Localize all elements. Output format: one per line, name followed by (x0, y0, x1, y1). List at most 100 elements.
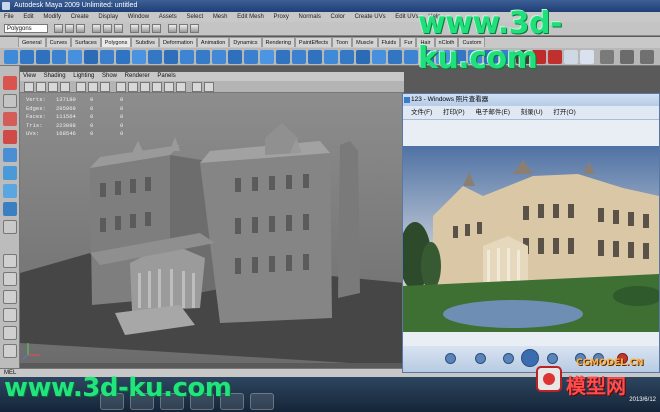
smooth-shade-icon[interactable] (128, 82, 138, 92)
soft-modification-icon[interactable] (3, 202, 17, 216)
boolean-difference-icon[interactable] (212, 50, 226, 64)
wireframe-icon[interactable] (116, 82, 126, 92)
menu-color[interactable]: Color (327, 12, 349, 22)
single-view-layout-icon[interactable] (3, 254, 17, 268)
manipulator-tool-icon[interactable] (3, 184, 17, 198)
menu-create[interactable]: Create (67, 12, 93, 22)
menu-assets[interactable]: Assets (155, 12, 181, 22)
poly-cylinder-icon[interactable] (36, 50, 50, 64)
boolean-intersect-icon[interactable] (228, 50, 242, 64)
ipr-render-icon[interactable] (179, 24, 188, 33)
select-tool-icon[interactable] (3, 76, 17, 90)
zoom-icon[interactable] (445, 353, 456, 364)
poly-plane-icon[interactable] (68, 50, 82, 64)
menu-proxy[interactable]: Proxy (270, 12, 293, 22)
bevel-icon[interactable] (404, 50, 418, 64)
select-object-icon[interactable] (103, 24, 112, 33)
tab-surfaces[interactable]: Surfaces (71, 37, 101, 47)
poly-pyramid-icon[interactable] (116, 50, 130, 64)
menu-select[interactable]: Select (182, 12, 207, 22)
shadows-icon[interactable] (176, 82, 186, 92)
snap-grid-icon[interactable] (130, 24, 139, 33)
persp-outliner-layout-icon[interactable] (3, 290, 17, 304)
menu-edit[interactable]: Edit (19, 12, 37, 22)
show-manipulator-icon[interactable] (3, 220, 17, 234)
poly-prism-icon[interactable] (100, 50, 114, 64)
tab-deformation[interactable]: Deformation (158, 37, 197, 47)
textured-icon[interactable] (152, 82, 162, 92)
poly-cube-icon[interactable] (20, 50, 34, 64)
tab-toon[interactable]: Toon (332, 37, 353, 47)
image-plane-icon[interactable] (60, 82, 70, 92)
menu-display[interactable]: Display (94, 12, 122, 22)
viewer-menu-email[interactable]: 电子邮件(E) (475, 106, 510, 120)
mirror-geometry-icon[interactable] (244, 50, 258, 64)
tab-fur[interactable]: Fur (400, 37, 417, 47)
select-component-icon[interactable] (114, 24, 123, 33)
menu-create-uvs[interactable]: Create UVs (351, 12, 390, 22)
viewer-menu-file[interactable]: 文件(F) (411, 106, 432, 120)
combine-icon[interactable] (148, 50, 162, 64)
extrude-icon[interactable] (292, 50, 306, 64)
lasso-tool-icon[interactable] (3, 94, 17, 108)
poly-pipe-icon[interactable] (132, 50, 146, 64)
panel-menu-panels[interactable]: Panels (154, 72, 178, 81)
new-scene-icon[interactable] (54, 24, 63, 33)
tab-dynamics[interactable]: Dynamics (229, 37, 262, 47)
save-scene-icon[interactable] (76, 24, 85, 33)
tab-fluids[interactable]: Fluids (377, 37, 401, 47)
actual-size-icon[interactable] (475, 353, 486, 364)
append-polygon-icon[interactable] (324, 50, 338, 64)
taskbar-app-6-icon[interactable] (250, 393, 274, 410)
taskbar-clock[interactable]: 2013/6/12 (629, 397, 656, 403)
snap-curve-icon[interactable] (141, 24, 150, 33)
rotate-tool-icon[interactable] (3, 148, 17, 162)
menu-modify[interactable]: Modify (39, 12, 65, 22)
hypershade-layout-icon[interactable] (3, 326, 17, 340)
use-all-lights-icon[interactable] (164, 82, 174, 92)
move-tool-icon[interactable] (3, 130, 17, 144)
camera-attributes-icon[interactable] (36, 82, 46, 92)
bridge-icon[interactable] (308, 50, 322, 64)
menu-set-dropdown[interactable]: Polygons (4, 24, 48, 33)
menu-file[interactable]: File (0, 12, 18, 22)
viewer-menu-burn[interactable]: 刻录(U) (521, 106, 543, 120)
tab-rendering[interactable]: Rendering (261, 37, 295, 47)
select-hierarchy-icon[interactable] (92, 24, 101, 33)
poly-torus-icon[interactable] (84, 50, 98, 64)
perspective-viewport[interactable]: Verts: 137180 0 0 Edges: 295969 0 0 Faces: 1115… (20, 93, 404, 363)
panel-menu-view[interactable]: View (20, 72, 39, 81)
poly-cone-icon[interactable] (52, 50, 66, 64)
menu-mesh[interactable]: Mesh (209, 12, 232, 22)
xray-icon[interactable] (204, 82, 214, 92)
persp-graph-layout-icon[interactable] (3, 308, 17, 322)
panel-menu-renderer[interactable]: Renderer (122, 72, 153, 81)
bookmarks-icon[interactable] (48, 82, 58, 92)
paint-select-icon[interactable] (3, 112, 17, 126)
insert-edge-loop-icon[interactable] (356, 50, 370, 64)
offset-edge-loop-icon[interactable] (372, 50, 386, 64)
reduce-icon[interactable] (276, 50, 290, 64)
panel-menu-lighting[interactable]: Lighting (70, 72, 97, 81)
film-gate-icon[interactable] (88, 82, 98, 92)
extract-icon[interactable] (180, 50, 194, 64)
render-icon[interactable] (168, 24, 177, 33)
outliner-layout-icon[interactable] (3, 344, 17, 358)
tab-muscle[interactable]: Muscle (352, 37, 378, 47)
resolution-gate-icon[interactable] (100, 82, 110, 92)
smooth-icon[interactable] (260, 50, 274, 64)
select-camera-icon[interactable] (24, 82, 34, 92)
tab-general[interactable]: General (18, 37, 46, 47)
separate-icon[interactable] (164, 50, 178, 64)
menu-edit-mesh[interactable]: Edit Mesh (233, 12, 268, 22)
wireframe-on-shaded-icon[interactable] (140, 82, 150, 92)
four-view-layout-icon[interactable] (3, 272, 17, 286)
tab-subdivs[interactable]: Subdivs (131, 37, 159, 47)
tab-painteffects[interactable]: PaintEffects (294, 37, 333, 47)
menu-normals[interactable]: Normals (295, 12, 325, 22)
grid-toggle-icon[interactable] (76, 82, 86, 92)
menu-window[interactable]: Window (124, 12, 153, 22)
isolate-select-icon[interactable] (192, 82, 202, 92)
tab-curves[interactable]: Curves (45, 37, 71, 47)
boolean-union-icon[interactable] (196, 50, 210, 64)
